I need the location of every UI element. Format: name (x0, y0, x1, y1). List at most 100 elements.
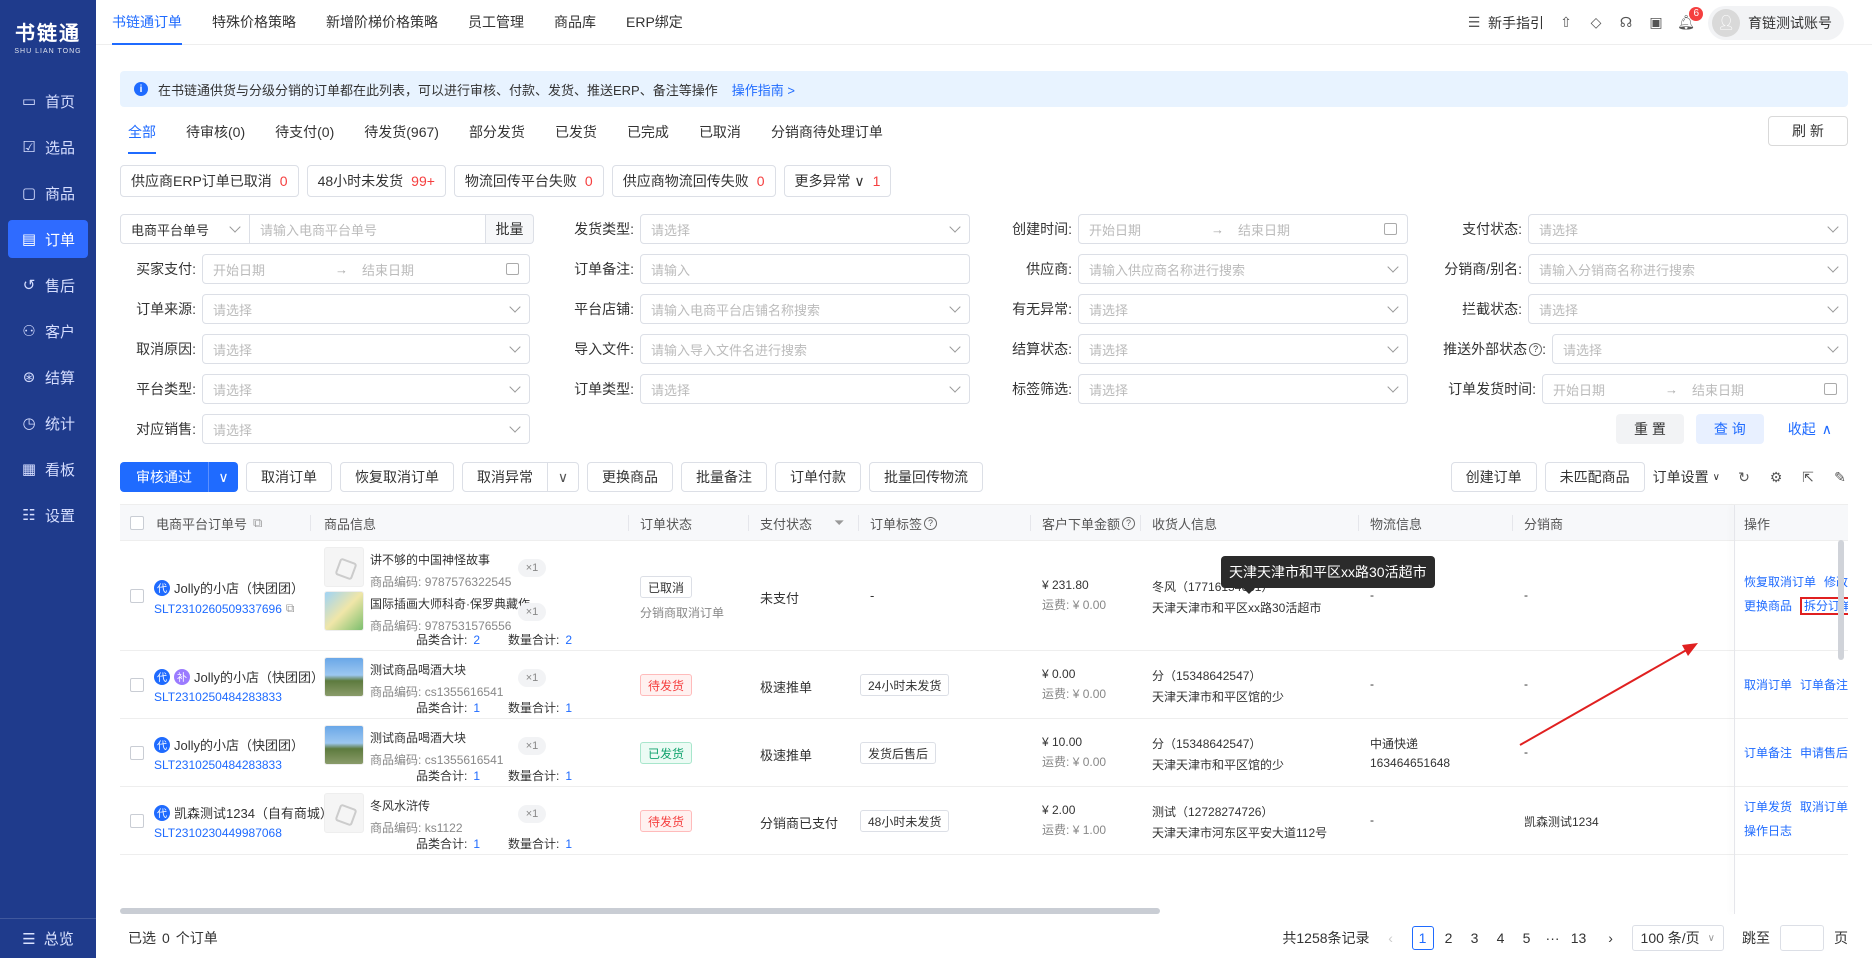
settle-status-select[interactable]: 请选择 (1078, 334, 1408, 364)
order-number[interactable]: SLT2310230449987068 (154, 826, 333, 840)
abnormal-select[interactable]: 请选择 (1078, 294, 1408, 324)
page-number[interactable]: 4 (1490, 926, 1512, 950)
row-action-link[interactable]: 更换商品 (1744, 599, 1792, 613)
topnav-item-2[interactable]: 新增阶梯价格策略 (326, 0, 438, 45)
status-tab-0[interactable]: 全部 (128, 116, 156, 154)
platform-type-select[interactable]: 请选择 (202, 374, 530, 404)
row-checkbox[interactable] (130, 678, 144, 692)
page-number[interactable]: 5 (1516, 926, 1538, 950)
intercept-select[interactable]: 请选择 (1528, 294, 1848, 324)
bell-icon[interactable]: 🔔︎ 6 (1677, 6, 1703, 31)
row-checkbox[interactable] (130, 814, 144, 828)
approve-button[interactable]: 审核通过 (120, 462, 208, 492)
sidebar-item-7[interactable]: ◷ 统计 (8, 404, 88, 442)
status-tab-1[interactable]: 待审核(0) (186, 116, 245, 154)
guide-link[interactable]: ☰ 新手指引 (1466, 13, 1544, 33)
goods-thumbnail[interactable] (324, 657, 364, 697)
diamond-icon[interactable]: ◇ (1588, 14, 1604, 31)
prev-page-icon[interactable]: ‹ (1380, 926, 1402, 950)
row-action-link[interactable]: 取消订单 (1744, 678, 1792, 692)
pay-status-select[interactable]: 请选择 (1528, 214, 1848, 244)
goods-thumbnail[interactable] (324, 591, 364, 631)
change-goods-button[interactable]: 更换商品 (587, 462, 673, 492)
row-action-link[interactable]: 修改地址 (1824, 575, 1848, 589)
exception-chip-3[interactable]: 供应商物流回传失败 0 (611, 165, 776, 197)
receiver-info[interactable]: 测试（12728274726） 天津天津市河东区平安大道112号 (1152, 803, 1327, 841)
order-number[interactable]: SLT2310260509337696 ⧉ (154, 601, 304, 616)
exception-chip-2[interactable]: 物流回传平台失败 0 (453, 165, 604, 197)
calculator-icon[interactable]: ▣ (1648, 14, 1664, 31)
goods-name[interactable]: 讲不够的中国神怪故事 (370, 551, 511, 568)
batch-note-button[interactable]: 批量备注 (681, 462, 767, 492)
goods-name[interactable]: 测试商品喝酒大块 (370, 729, 503, 746)
supplier-select[interactable]: 请输入供应商名称进行搜索 (1078, 254, 1408, 284)
export-icon[interactable]: ⇱ (1800, 469, 1816, 485)
page-number[interactable]: 13 (1568, 926, 1590, 950)
distributor-select[interactable]: 请输入分销商名称进行搜索 (1528, 254, 1848, 284)
select-all-checkbox[interactable] (130, 516, 144, 530)
topnav-item-5[interactable]: ERP绑定 (626, 0, 683, 45)
batch-button[interactable]: 批量 (486, 214, 534, 244)
shop-select[interactable]: 请输入电商平台店铺名称搜索 (640, 294, 970, 324)
platform-order-type-select[interactable]: 电商平台单号 (120, 214, 250, 244)
refresh-button[interactable]: 刷 新 (1768, 116, 1848, 146)
page-number[interactable]: 1 (1411, 926, 1434, 950)
horizontal-scrollbar[interactable] (120, 908, 1160, 914)
status-tab-3[interactable]: 待发货(967) (364, 116, 439, 154)
row-checkbox[interactable] (130, 589, 144, 603)
goods-thumbnail[interactable] (324, 793, 364, 833)
collapse-filters-link[interactable]: 收起 ∧ (1788, 419, 1832, 439)
status-tab-5[interactable]: 已发货 (555, 116, 597, 154)
restore-order-button[interactable]: 恢复取消订单 (340, 462, 454, 492)
vertical-scrollbar[interactable] (1838, 540, 1844, 660)
buyer-pay-range[interactable]: 开始日期 → 结束日期 (202, 254, 530, 284)
sidebar-item-5[interactable]: ⚇ 客户 (8, 312, 88, 350)
order-pay-button[interactable]: 订单付款 (775, 462, 861, 492)
sidebar-item-1[interactable]: ☑ 选品 (8, 128, 88, 166)
order-number[interactable]: SLT2310250484283833 (154, 758, 304, 772)
row-action-link[interactable]: 订单备注 (1800, 678, 1848, 692)
filter-icon[interactable]: ⏷ (834, 515, 844, 531)
goods-thumbnail[interactable] (324, 547, 364, 587)
sidebar-item-2[interactable]: ▢ 商品 (8, 174, 88, 212)
row-action-link[interactable]: 操作日志 (1744, 824, 1792, 838)
status-tab-4[interactable]: 部分发货 (469, 116, 525, 154)
topnav-item-0[interactable]: 书链通订单 (112, 0, 182, 45)
sidebar-item-4[interactable]: ↺ 售后 (8, 266, 88, 304)
order-note-input[interactable]: 请输入 (640, 254, 970, 284)
page-size-select[interactable]: 100 条/页 ∨ (1631, 925, 1724, 951)
sidebar-item-9[interactable]: ☷ 设置 (8, 496, 88, 534)
goods-name[interactable]: 国际插画大师科奇·保罗典藏作... (370, 595, 540, 612)
goods-name[interactable]: 冬风水浒传 (370, 797, 463, 814)
platform-order-input[interactable]: 请输入电商平台单号 (250, 214, 486, 244)
status-tab-2[interactable]: 待支付(0) (275, 116, 334, 154)
upload-icon[interactable]: ⇧ (1558, 14, 1574, 31)
copy-icon[interactable]: ⧉ (253, 515, 262, 531)
sidebar-item-0[interactable]: ▭ 首页 (8, 82, 88, 120)
batch-logistics-button[interactable]: 批量回传物流 (869, 462, 983, 492)
approve-dropdown-chevron-icon[interactable]: ∨ (208, 462, 238, 492)
unmatched-goods-button[interactable]: 未匹配商品 (1544, 462, 1645, 492)
sidebar-item-6[interactable]: ⊛ 结算 (8, 358, 88, 396)
row-action-link[interactable]: 订单备注 (1744, 746, 1792, 760)
help-icon[interactable]: ? (924, 516, 938, 530)
push-status-select[interactable]: 请选择 (1552, 334, 1848, 364)
order-type-select[interactable]: 请选择 (640, 374, 970, 404)
help-icon[interactable]: ? (1122, 516, 1136, 530)
topnav-item-4[interactable]: 商品库 (554, 0, 596, 45)
cancel-abnormal-button[interactable]: 取消异常 (463, 463, 548, 491)
reset-button[interactable]: 重 置 (1615, 414, 1684, 444)
row-action-link[interactable]: 订单发货 (1744, 800, 1792, 814)
create-time-range[interactable]: 开始日期 → 结束日期 (1078, 214, 1408, 244)
cancel-order-button[interactable]: 取消订单 (246, 462, 332, 492)
goods-thumbnail[interactable] (324, 725, 364, 765)
import-file-select[interactable]: 请输入导入文件名进行搜索 (640, 334, 970, 364)
row-checkbox[interactable] (130, 746, 144, 760)
status-tab-7[interactable]: 已取消 (699, 116, 741, 154)
order-number[interactable]: SLT2310250484283833 (154, 690, 324, 704)
edit-export-icon[interactable]: ✎ (1832, 469, 1848, 485)
exception-chip-0[interactable]: 供应商ERP订单已取消 0 (120, 165, 299, 197)
help-icon[interactable]: ? (1529, 342, 1543, 356)
guide-doc-link[interactable]: 操作指南 > (732, 80, 795, 99)
refresh-icon[interactable]: ↻ (1736, 469, 1752, 485)
